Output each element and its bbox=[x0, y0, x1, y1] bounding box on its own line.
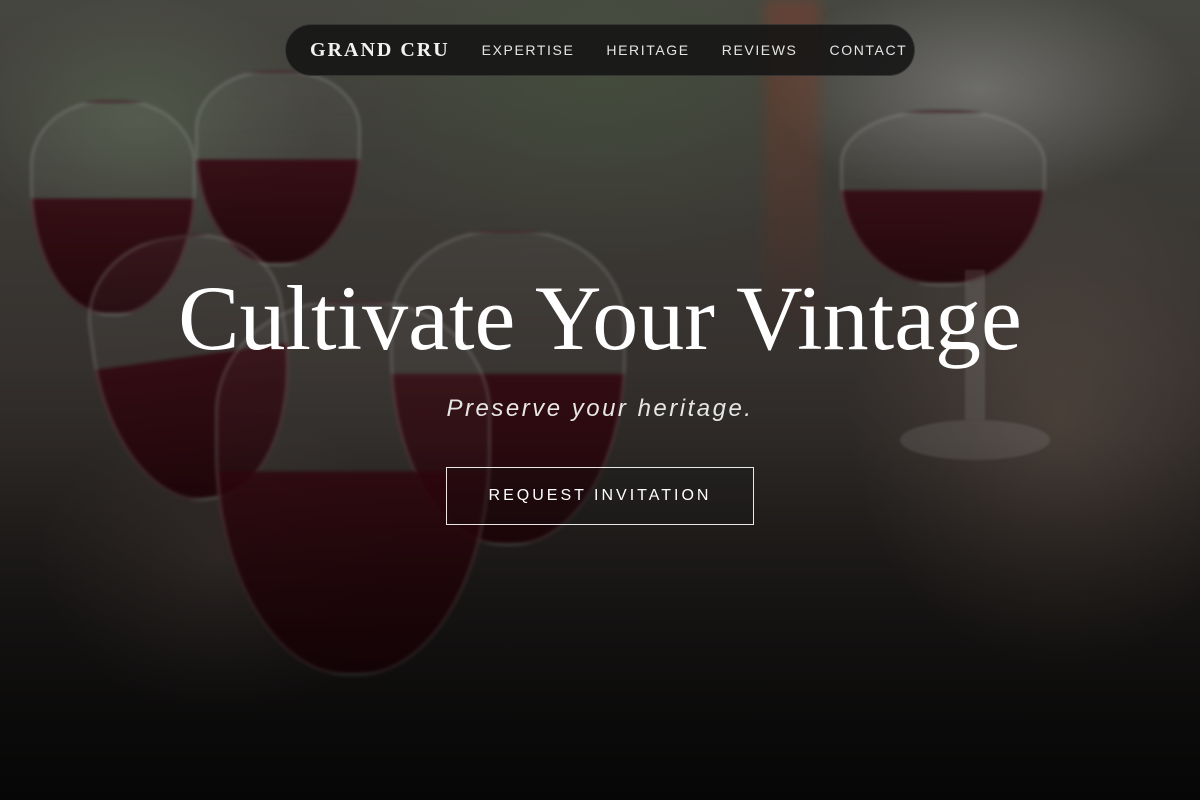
nav-link-contact[interactable]: CONTACT bbox=[830, 42, 908, 58]
top-navigation: GRAND CRU EXPERTISE HERITAGE REVIEWS CON… bbox=[285, 24, 915, 76]
hero-section: GRAND CRU EXPERTISE HERITAGE REVIEWS CON… bbox=[0, 0, 1200, 800]
nav-links: EXPERTISE HERITAGE REVIEWS CONTACT bbox=[482, 42, 908, 58]
nav-link-expertise[interactable]: EXPERTISE bbox=[482, 42, 575, 58]
nav-link-heritage[interactable]: HERITAGE bbox=[606, 42, 689, 58]
hero-subtitle: Preserve your heritage. bbox=[446, 395, 754, 422]
nav-link-reviews[interactable]: REVIEWS bbox=[722, 42, 798, 58]
request-invitation-button[interactable]: REQUEST INVITATION bbox=[446, 467, 754, 525]
brand-logo[interactable]: GRAND CRU bbox=[310, 39, 450, 62]
hero-headline: Cultivate Your Vintage bbox=[178, 267, 1022, 369]
